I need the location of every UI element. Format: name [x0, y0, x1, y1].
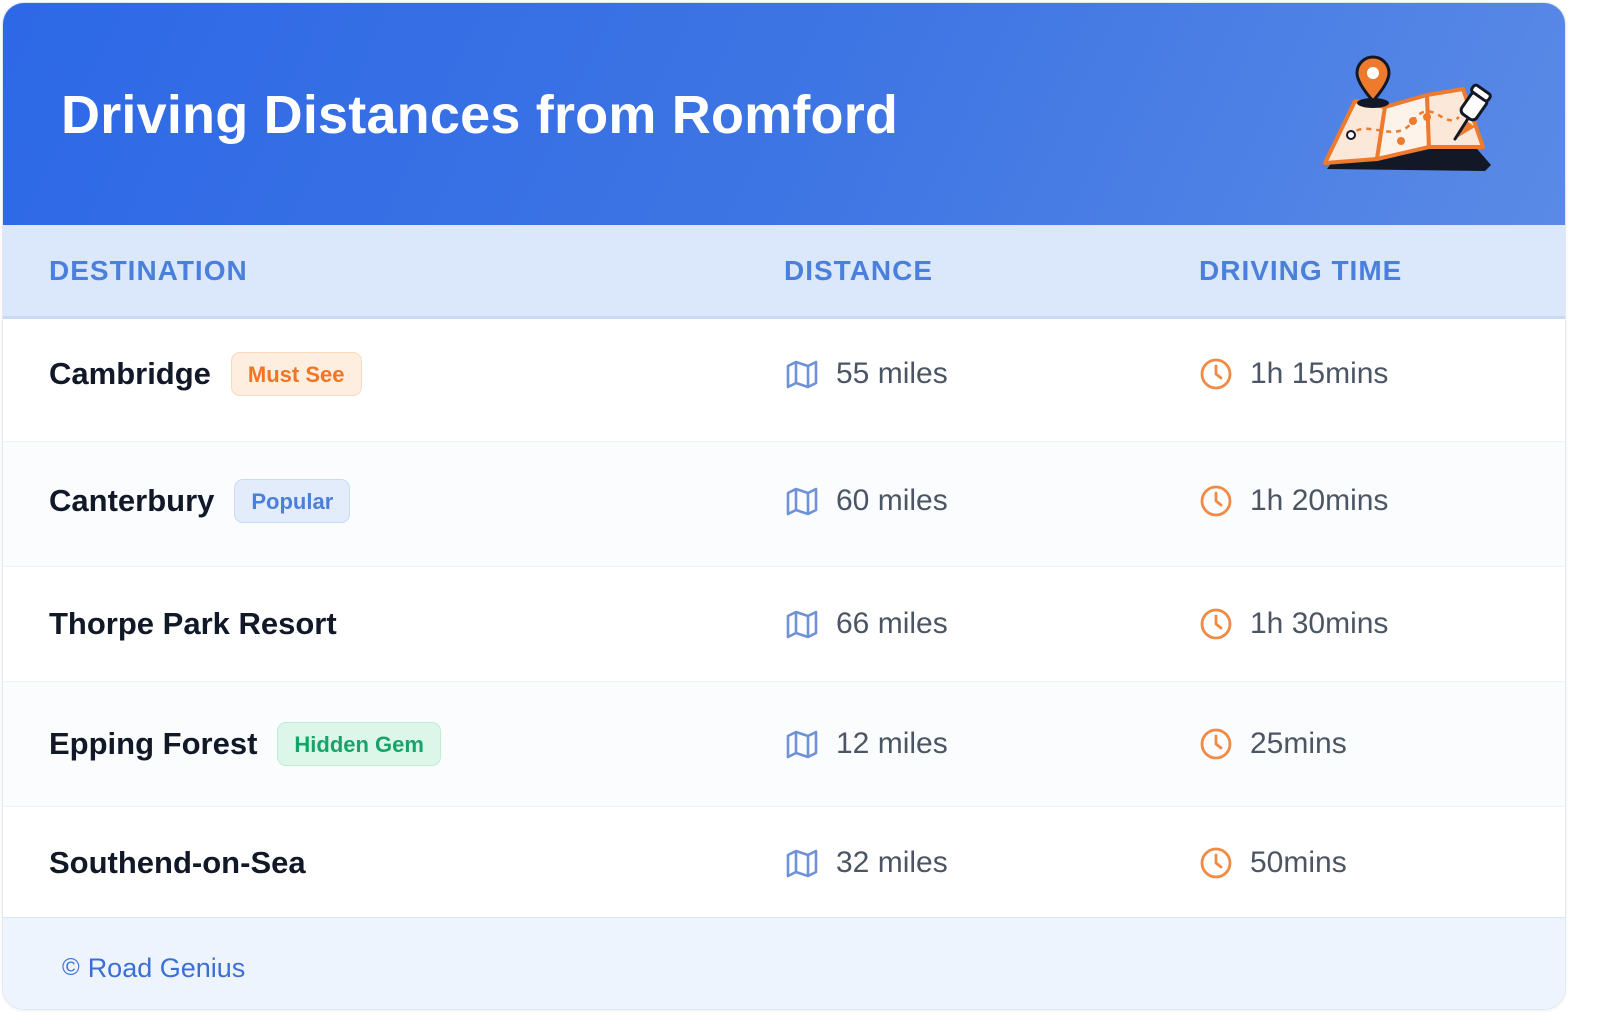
- driving-time-value: 1h 20mins: [1250, 484, 1389, 517]
- map-with-pins-icon: [1323, 55, 1492, 171]
- map-icon: [785, 484, 819, 518]
- map-icon: [785, 846, 819, 880]
- destination-cell: Thorpe Park Resort: [49, 567, 337, 681]
- brand-name: Road Genius: [87, 952, 246, 983]
- column-header-driving-time: DRIVING TIME: [1199, 255, 1403, 286]
- driving-time-value: 50mins: [1250, 846, 1347, 879]
- table-row: Epping Forest Hidden Gem 12 miles 25mins: [3, 682, 1565, 807]
- destination-name: Southend-on-Sea: [49, 845, 306, 880]
- copyright-symbol: ©: [62, 954, 80, 981]
- copyright: © Road Genius: [62, 918, 246, 1009]
- distance-value: 66 miles: [836, 607, 948, 640]
- driving-time-cell: 1h 30mins: [1199, 567, 1388, 681]
- card-header: Driving Distances from Romford: [3, 3, 1565, 225]
- table-row: Canterbury Popular 60 miles 1h 20mins: [3, 442, 1565, 567]
- distance-value: 60 miles: [836, 484, 948, 517]
- distance-cell: 32 miles: [785, 807, 948, 919]
- destination-cell: Southend-on-Sea: [49, 807, 306, 919]
- distance-value: 32 miles: [836, 846, 948, 879]
- destination-badge: Hidden Gem: [277, 722, 441, 766]
- clock-icon: [1199, 846, 1233, 880]
- distance-cell: 66 miles: [785, 567, 948, 681]
- table-header: DESTINATION DISTANCE DRIVING TIME: [3, 225, 1565, 319]
- table-row: Cambridge Must See 55 miles 1h 15mins: [3, 319, 1565, 442]
- driving-time-value: 1h 15mins: [1250, 357, 1389, 390]
- map-icon: [785, 727, 819, 761]
- distance-cell: 60 miles: [785, 439, 948, 563]
- table-row: Southend-on-Sea 32 miles 50mins: [3, 807, 1565, 920]
- distance-value: 55 miles: [836, 357, 948, 390]
- column-header-destination: DESTINATION: [49, 255, 248, 286]
- distance-value: 12 miles: [836, 727, 948, 760]
- destination-cell: Canterbury Popular: [49, 439, 351, 563]
- destination-name: Thorpe Park Resort: [49, 606, 337, 641]
- page-title: Driving Distances from Romford: [61, 85, 899, 145]
- destination-cell: Epping Forest Hidden Gem: [49, 682, 441, 806]
- destination-cell: Cambridge Must See: [49, 313, 362, 435]
- table-body: Cambridge Must See 55 miles 1h 15mins Canter…: [3, 319, 1565, 920]
- destination-name: Canterbury: [49, 483, 215, 518]
- clock-icon: [1199, 484, 1233, 518]
- table-row: Thorpe Park Resort 66 miles 1h 30mins: [3, 567, 1565, 682]
- clock-icon: [1199, 727, 1233, 761]
- driving-time-cell: 50mins: [1199, 807, 1347, 919]
- distance-card: Driving Distances from Romford DESTINATI…: [2, 2, 1566, 1010]
- destination-badge: Popular: [234, 479, 351, 523]
- column-header-distance: DISTANCE: [784, 255, 934, 286]
- driving-time-cell: 1h 15mins: [1199, 313, 1388, 435]
- destination-name: Cambridge: [49, 356, 211, 391]
- card-footer: © Road Genius: [3, 917, 1565, 1009]
- distance-cell: 55 miles: [785, 313, 948, 435]
- driving-time-value: 25mins: [1250, 727, 1347, 760]
- map-icon: [785, 607, 819, 641]
- driving-time-cell: 1h 20mins: [1199, 439, 1388, 563]
- driving-time-value: 1h 30mins: [1250, 607, 1389, 640]
- destination-badge: Must See: [230, 352, 362, 396]
- driving-time-cell: 25mins: [1199, 682, 1347, 806]
- destination-name: Epping Forest: [49, 726, 258, 761]
- distance-cell: 12 miles: [785, 682, 948, 806]
- clock-icon: [1199, 357, 1233, 391]
- clock-icon: [1199, 607, 1233, 641]
- map-icon: [785, 357, 819, 391]
